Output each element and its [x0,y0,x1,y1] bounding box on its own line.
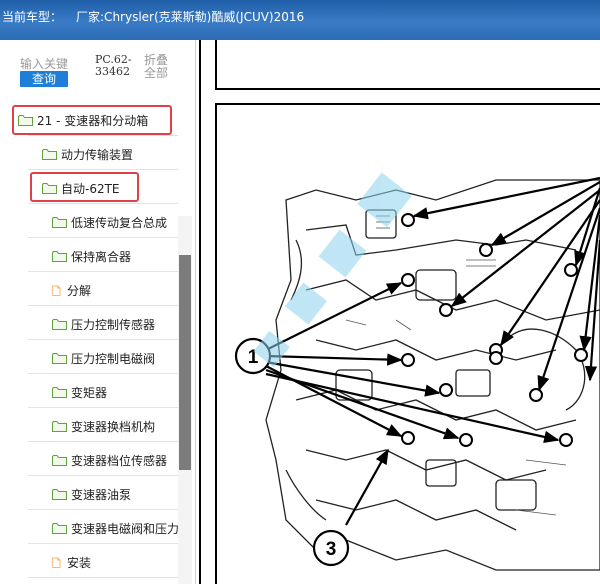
folder-icon [42,149,57,160]
tree-item-solenoid-switch[interactable]: 变速器电磁阀和压力开关 [52,515,178,541]
divider [28,305,178,306]
callout-3: 3 [312,529,350,567]
folder-icon [52,319,67,330]
tree-item-low-reverse-assembly[interactable]: 低速传动复合总成 [52,209,167,235]
divider [28,441,178,442]
svg-text:3: 3 [326,539,337,560]
folder-icon [18,115,33,126]
tree-item-label: 变速器油泵 [71,487,132,502]
pc-code: PC.62-33462 [95,53,132,78]
folder-icon [52,455,67,466]
tree-item-pressure-solenoid[interactable]: 压力控制电磁阀 [52,345,155,371]
navigation-pane: 输入关键 查询 PC.62-33462 折叠全部 21 - 变速器和分动箱 动力… [0,40,196,584]
title-bar: 当前车型： 厂家:Chrysler(克莱斯勒)酷威(JCUV)2016 [0,0,600,40]
tree-item-shift-mechanism[interactable]: 变速器换档机构 [52,413,155,439]
folder-icon [52,387,67,398]
tree-item-disassembly[interactable]: 分解 [52,277,91,303]
document-icon [52,557,61,568]
tree-item-label: 变矩器 [71,385,108,400]
tree-item-label: 压力控制传感器 [71,317,156,332]
tree-item-label: 压力控制电磁阀 [71,351,156,366]
tree-item-label: 低速传动复合总成 [71,215,168,230]
watermark [253,172,412,368]
collapse-all-button[interactable]: 折叠全部 [144,54,174,80]
divider [28,339,178,340]
divider [28,237,178,238]
tree-item-label: 21 - 变速器和分动箱 [37,113,149,128]
scrollbar-thumb[interactable] [179,255,191,470]
divider [28,407,178,408]
divider [28,475,178,476]
vehicle-label: 当前车型： [2,10,63,24]
tree-view: 21 - 变速器和分动箱 动力传输装置 自动-62TE 低速传动复合总成 保持离… [0,98,178,584]
divider [28,135,178,136]
transmission-diagram: 1 3 [199,29,600,588]
tree-item-label: 变速器电磁阀和压力开关 [71,521,178,536]
tree-item-holding-clutch[interactable]: 保持离合器 [52,243,131,269]
search-button[interactable]: 查询 [20,71,68,87]
divider [28,271,178,272]
folder-icon [52,353,67,364]
folder-icon [52,489,67,500]
tree-item-transmission[interactable]: 21 - 变速器和分动箱 [18,107,148,133]
search-area: 输入关键 查询 PC.62-33462 折叠全部 [0,40,195,98]
folder-icon [52,523,67,534]
tree-item-range-sensor[interactable]: 变速器档位传感器 [52,447,167,473]
tree-item-label: 分解 [67,283,92,298]
divider [28,203,178,204]
document-icon [52,285,61,296]
divider [28,509,178,510]
tree-item-label: 保持离合器 [71,249,132,264]
tree-item-label: 动力传输装置 [61,147,134,162]
tree-item-installation[interactable]: 安装 [52,549,91,575]
tree-item-pressure-sensor[interactable]: 压力控制传感器 [52,311,155,337]
folder-icon [42,183,57,194]
tree-item-label: 安装 [67,555,92,570]
tree-item-powertrain[interactable]: 动力传输装置 [42,141,133,167]
divider [28,543,178,544]
tree-item-auto-62te[interactable]: 自动-62TE [42,175,120,201]
search-input[interactable]: 输入关键 [20,55,78,72]
document-viewer: 1 3 [196,29,600,588]
divider [28,577,178,578]
tree-item-label: 自动-62TE [61,181,120,196]
tree-item-label: 变速器档位传感器 [71,453,168,468]
folder-icon [52,251,67,262]
tree-item-torque-converter[interactable]: 变矩器 [52,379,107,405]
folder-icon [52,217,67,228]
tree-item-oil-pump[interactable]: 变速器油泵 [52,481,131,507]
vehicle-name: 厂家:Chrysler(克莱斯勒)酷威(JCUV)2016 [76,10,305,24]
folder-icon [52,421,67,432]
divider [28,169,178,170]
divider [28,373,178,374]
tree-item-label: 变速器换档机构 [71,419,156,434]
